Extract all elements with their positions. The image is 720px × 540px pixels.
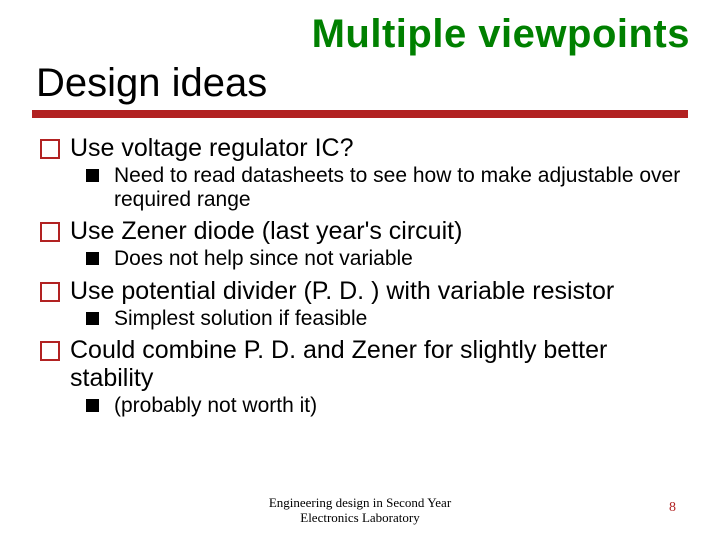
bullet-level2: Simplest solution if feasible (36, 307, 684, 331)
bullet-level1: Use Zener diode (last year's circuit) (36, 217, 684, 245)
slide-footer: Engineering design in Second Year Electr… (0, 496, 720, 526)
bullet-level1: Could combine P. D. and Zener for slight… (36, 336, 684, 392)
slide-title: Design ideas (36, 61, 267, 106)
bullet-level2: (probably not worth it) (36, 394, 684, 418)
bullet-level1: Use potential divider (P. D. ) with vari… (36, 277, 684, 305)
footer-line: Electronics Laboratory (0, 511, 720, 526)
bullet-level2: Need to read datasheets to see how to ma… (36, 164, 684, 211)
page-number: 8 (669, 500, 676, 516)
header-callout: Multiple viewpoints (312, 12, 690, 57)
bullet-level2: Does not help since not variable (36, 247, 684, 271)
bullet-level1: Use voltage regulator IC? (36, 134, 684, 162)
slide: Multiple viewpoints Design ideas Use vol… (0, 0, 720, 540)
footer-line: Engineering design in Second Year (0, 496, 720, 511)
rule-bar (32, 110, 688, 118)
slide-header: Multiple viewpoints Design ideas (36, 16, 684, 108)
slide-content: Use voltage regulator IC? Need to read d… (36, 134, 684, 418)
title-underline (36, 110, 684, 120)
